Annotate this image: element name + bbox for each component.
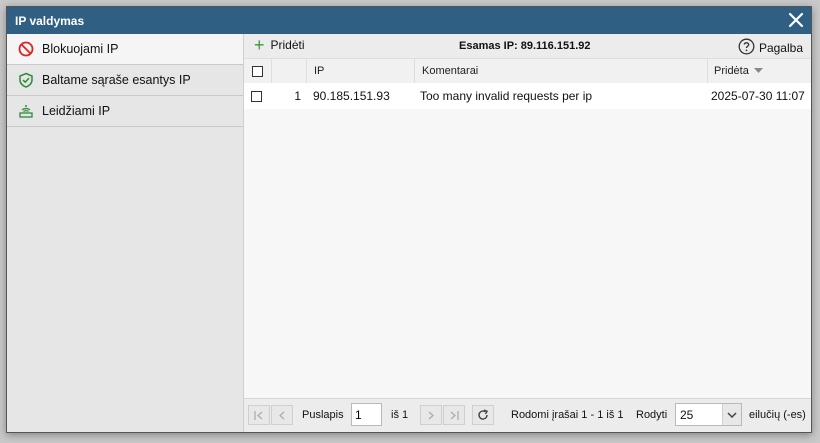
- add-button-label: Pridėti: [270, 38, 305, 52]
- column-header-ip-label: IP: [314, 65, 325, 77]
- column-header-added-label: Pridėta: [714, 65, 749, 77]
- column-header-comment[interactable]: Komentarai: [415, 59, 708, 83]
- show-label: Rodyti: [636, 409, 668, 421]
- help-label: Pagalba: [758, 41, 803, 55]
- sidebar-item-allowed-ip[interactable]: Leidžiami IP: [7, 96, 243, 127]
- sidebar-item-label: Leidžiami IP: [42, 104, 111, 118]
- next-page-button[interactable]: [420, 405, 442, 425]
- dialog-title: IP valdymas: [15, 14, 85, 28]
- current-ip: Esamas IP: 89.116.151.92: [459, 40, 591, 52]
- select-all-cell: [244, 59, 272, 83]
- row-added: 2025-07-30 11:07: [711, 89, 805, 103]
- shield-icon: [17, 71, 35, 89]
- row-number: 1: [294, 89, 301, 103]
- help-icon: [738, 38, 755, 58]
- sidebar-item-blocked-ip[interactable]: Blokuojami IP: [7, 34, 243, 65]
- row-comment: Too many invalid requests per ip: [420, 89, 593, 103]
- dialog-titlebar: IP valdymas: [7, 7, 811, 34]
- block-icon: [17, 40, 35, 58]
- last-page-icon: [450, 410, 459, 420]
- row-checkbox-cell: [251, 83, 262, 109]
- per-page-select[interactable]: 25: [675, 403, 742, 426]
- page-total: iš 1: [391, 409, 409, 421]
- row-ip: 90.185.151.93: [313, 89, 390, 103]
- prev-page-icon: [279, 411, 285, 419]
- last-page-button[interactable]: [443, 405, 465, 425]
- next-page-icon: [428, 411, 434, 419]
- per-page-value: 25: [680, 408, 694, 422]
- sidebar-item-label: Blokuojami IP: [42, 42, 119, 56]
- help-button[interactable]: Pagalba: [738, 38, 803, 58]
- pagination-bar: Puslapis iš 1 Rodomi įrašai 1 - 1 iš 1 R…: [244, 398, 811, 432]
- page-number-input[interactable]: [351, 403, 382, 426]
- chevron-down-icon: [722, 404, 741, 425]
- main-panel: + Pridėti Esamas IP: 89.116.151.92 Pagal…: [244, 34, 811, 432]
- sidebar-item-whitelist-ip[interactable]: Baltame sąraše esantys IP: [7, 65, 243, 96]
- column-header-ip[interactable]: IP: [307, 59, 415, 83]
- toolbar: + Pridėti Esamas IP: 89.116.151.92 Pagal…: [244, 34, 811, 58]
- column-header-comment-label: Komentarai: [422, 65, 479, 77]
- refresh-button[interactable]: [472, 405, 494, 425]
- row-checkbox[interactable]: [251, 90, 262, 102]
- sidebar-item-label: Baltame sąraše esantys IP: [42, 73, 191, 87]
- table-header: IP Komentarai Pridėta: [244, 58, 811, 84]
- first-page-button[interactable]: [248, 405, 270, 425]
- ip-management-dialog: IP valdymas Blokuojami IP Baltame sąraše…: [6, 6, 812, 433]
- select-all-checkbox[interactable]: [252, 65, 263, 77]
- page-label: Puslapis: [302, 409, 344, 421]
- records-info: Rodomi įrašai 1 - 1 iš 1: [511, 409, 624, 421]
- rows-label: eilučių (-es): [749, 409, 806, 421]
- row-number-header: [272, 59, 307, 83]
- prev-page-button[interactable]: [271, 405, 293, 425]
- refresh-icon: [478, 409, 489, 420]
- router-icon: [17, 102, 35, 120]
- add-button[interactable]: + Pridėti: [254, 35, 305, 55]
- table-row[interactable]: 1 90.185.151.93 Too many invalid request…: [244, 83, 811, 109]
- column-header-added[interactable]: Pridėta: [708, 59, 811, 83]
- sidebar: Blokuojami IP Baltame sąraše esantys IP …: [7, 34, 244, 432]
- plus-icon: +: [254, 35, 265, 55]
- close-icon[interactable]: [787, 11, 805, 29]
- sort-desc-icon: [753, 65, 763, 77]
- first-page-icon: [254, 410, 263, 420]
